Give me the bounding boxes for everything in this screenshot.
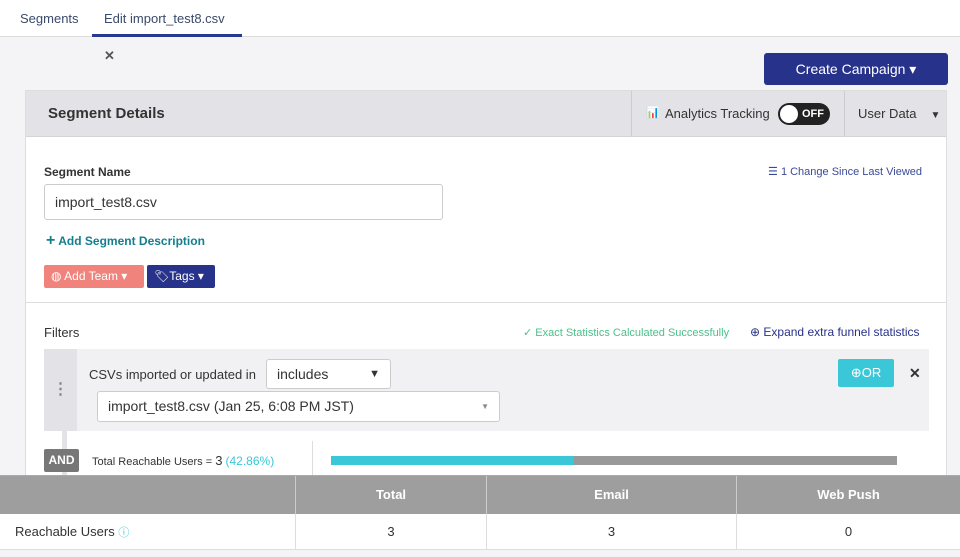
row-label: Reachable Users ⓘ [0,514,296,550]
reachable-users-table: Total Email Web Push Reachable Users ⓘ 3… [0,475,960,550]
add-team-label: Add Team [64,269,118,283]
chevron-down-icon: ▼ [930,110,941,121]
filter-condition: CSVs imported or updated in [89,367,256,382]
expand-text: Expand extra funnel statistics [763,325,920,339]
analytics-toggle[interactable]: OFF [778,103,830,125]
chart-icon: 📊 [646,107,660,119]
plus-circle-icon: ⊕ [850,365,862,380]
reachable-summary: Total Reachable Users = 3 (42.86%) [92,453,274,468]
tab-label: Edit import_test8.csv [104,11,225,26]
filters-label: Filters [44,325,80,340]
add-team-button[interactable]: ◍ Add Team ▾ [44,265,144,288]
help-icon[interactable]: ⓘ [118,527,129,539]
tab-edit-segment[interactable]: Edit import_test8.csv ✕ [92,0,242,63]
list-icon: ☰ [768,166,778,178]
tags-button[interactable]: 🏷Tags ▾ [147,265,215,288]
add-description-link[interactable]: + Add Segment Description [46,232,205,250]
filter-row: ⋮ CSVs imported or updated in includes ▼ … [44,349,929,431]
changes-link[interactable]: ☰ 1 Change Since Last Viewed [768,165,922,178]
tags-label: Tags [169,269,195,283]
add-description-text: Add Segment Description [58,234,205,248]
reach-count: 3 [215,453,223,468]
plus-icon: + [46,232,56,249]
reach-label: Total Reachable Users = [92,456,216,468]
header-web-push: Web Push [737,476,960,514]
user-data-dropdown[interactable]: User Data ▼ [858,106,940,121]
reach-pct: (42.86%) [225,454,275,468]
stats-status: ✓ Exact Statistics Calculated Successful… [523,327,730,339]
remove-filter-icon[interactable]: ✕ [909,365,921,382]
tag-icon: 🏷 [154,269,170,283]
plus-circle-icon: ⊕ [750,325,761,339]
changes-text: 1 Change Since Last Viewed [780,166,922,178]
cell-total: 3 [296,514,487,550]
expand-funnel-link[interactable]: ⊕ Expand extra funnel statistics [750,325,920,339]
or-label: OR [861,365,882,380]
analytics-label: Analytics Tracking [665,106,770,121]
drag-handle-icon[interactable]: ⋮ [44,349,77,431]
caret-down-icon: ▼ [481,402,489,411]
csv-select[interactable]: import_test8.csv (Jan 25, 6:08 PM JST) ▼ [97,391,500,422]
segment-name-input[interactable]: import_test8.csv [44,184,443,220]
operator-value: includes [277,366,329,382]
reach-progress-bar [331,456,897,465]
reach-progress-fill [331,456,574,465]
cell-email: 3 [487,514,737,550]
row-label-text: Reachable Users [15,524,115,539]
cell-web-push: 0 [737,514,960,550]
tab-segments[interactable]: Segments [20,0,79,37]
globe-icon: ◍ [51,269,62,283]
and-button[interactable]: AND [44,449,79,472]
caret-down-icon: ▼ [369,368,380,380]
csv-value: import_test8.csv (Jan 25, 6:08 PM JST) [108,398,354,414]
tab-bar: Segments Edit import_test8.csv ✕ [0,0,960,63]
segment-name-label: Segment Name [44,165,131,179]
user-data-label: User Data [858,106,917,121]
segment-details-card: Segment Details 📊 Analytics Tracking OFF… [25,90,947,491]
or-button[interactable]: ⊕OR [838,359,894,387]
section-title: Segment Details [48,105,165,122]
header-total: Total [296,476,487,514]
operator-select[interactable]: includes ▼ [266,359,391,389]
header-email: Email [487,476,737,514]
close-icon[interactable]: ✕ [104,48,115,63]
create-campaign-button[interactable]: Create Campaign ▾ [764,53,948,85]
